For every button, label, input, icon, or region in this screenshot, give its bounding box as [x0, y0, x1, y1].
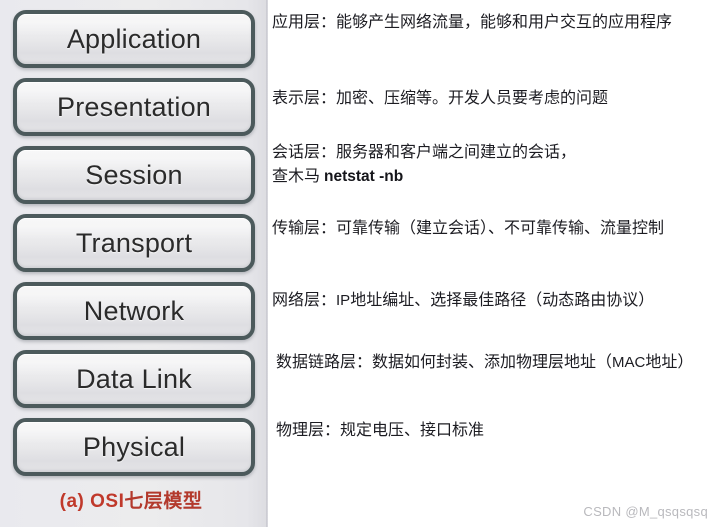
annotation-column: 应用层：能够产生网络流量，能够和用户交互的应用程序 表示层：加密、压缩等。开发人…: [269, 0, 720, 527]
layer-label-data-link: Data Link: [76, 363, 192, 394]
layer-label-physical: Physical: [82, 431, 186, 462]
annotation-data-link: 数据链路层：数据如何封装、添加物理层地址（MAC地址）: [276, 351, 718, 375]
annotation-session-line1: 会话层：服务器和客户端之间建立的会话，: [272, 144, 577, 161]
annotation-application: 应用层：能够产生网络流量，能够和用户交互的应用程序: [272, 14, 673, 31]
layer-label-transport: Transport: [75, 227, 193, 258]
layer-box-presentation: Presentation: [13, 78, 255, 136]
annotation-session: 会话层：服务器和客户端之间建立的会话， 查木马 netstat -nb: [272, 141, 712, 189]
csdn-watermark: CSDN @M_qsqsqsq: [583, 504, 708, 519]
layer-label-presentation: Presentation: [57, 91, 211, 122]
osi-diagram-panel: Application Presentation Session Transpo…: [0, 0, 268, 527]
layer-box-transport: Transport: [13, 214, 255, 272]
annotation-session-line2-prefix: 查木马: [272, 168, 325, 185]
annotation-data-link-prefix: 数据链路层：数据如何封装、添加物理层地址（: [276, 354, 613, 371]
annotation-physical: 物理层：规定电压、接口标准: [276, 422, 485, 439]
annotation-network-suffix: 地址编址、选择最佳路径（动态路由协议）: [350, 292, 655, 309]
annotation-transport: 传输层：可靠传输（建立会话）、不可靠传输、流量控制: [272, 220, 665, 237]
layer-box-application: Application: [13, 10, 255, 68]
layer-label-session: Session: [85, 159, 183, 190]
annotation-network-prefix: 网络层：: [272, 292, 337, 309]
osi-model-figure: Application Presentation Session Transpo…: [0, 0, 720, 527]
annotation-data-link-latin: MAC: [612, 354, 646, 371]
layer-box-network: Network: [13, 282, 255, 340]
annotation-session-command: netstat -nb: [324, 168, 404, 185]
layer-box-session: Session: [13, 146, 255, 204]
annotation-network: 网络层：IP地址编址、选择最佳路径（动态路由协议）: [272, 289, 720, 313]
layer-label-network: Network: [83, 295, 185, 326]
layer-box-physical: Physical: [13, 418, 255, 476]
diagram-caption-latin: (a) OSI: [59, 491, 125, 512]
layer-box-data-link: Data Link: [13, 350, 255, 408]
annotation-presentation: 表示层：加密、压缩等。开发人员要考虑的问题: [272, 90, 609, 107]
diagram-caption-cjk: 七层模型: [124, 491, 203, 512]
diagram-caption: (a) OSI七层模型: [0, 486, 262, 513]
annotation-network-latin: IP: [336, 292, 351, 309]
layer-label-application: Application: [66, 23, 202, 54]
annotation-data-link-suffix: 地址）: [645, 354, 694, 371]
